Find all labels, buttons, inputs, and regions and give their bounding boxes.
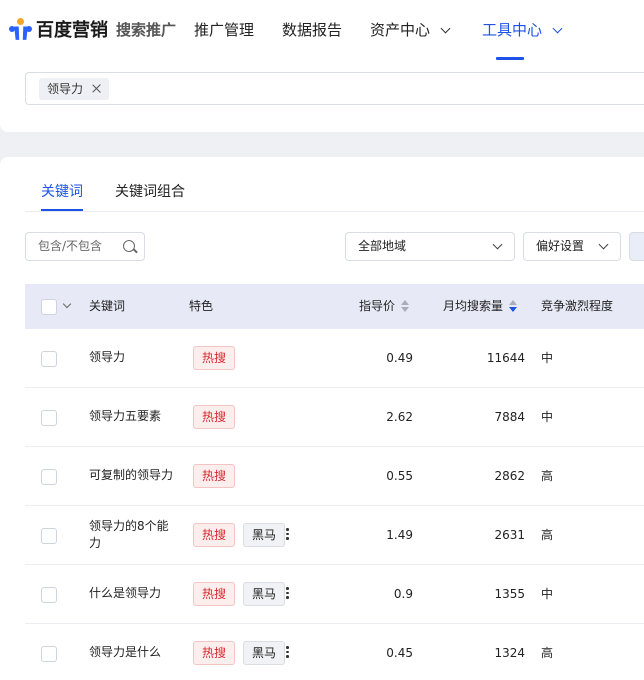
hot-search-badge: 热搜 xyxy=(193,523,236,547)
volume-cell: 1355 xyxy=(494,587,525,601)
chevron-down-icon xyxy=(492,239,503,250)
keyword-tag: 领导力 xyxy=(39,78,110,100)
hot-search-badge: 热搜 xyxy=(193,641,236,665)
table-row[interactable]: 领导力 热搜 0.49 11644 中 xyxy=(25,329,644,388)
competition-cell: 中 xyxy=(541,587,554,601)
search-icon[interactable] xyxy=(123,240,135,252)
column-header-price[interactable]: 指导价 xyxy=(359,284,410,329)
column-header-volume-label: 月均搜索量 xyxy=(443,299,504,313)
nav-data-report[interactable]: 数据报告 xyxy=(282,19,342,41)
hot-search-badge: 热搜 xyxy=(193,464,236,488)
row-checkbox[interactable] xyxy=(41,587,57,603)
tabs-divider xyxy=(25,211,644,212)
price-cell: 0.49 xyxy=(386,351,413,365)
hot-search-badge: 热搜 xyxy=(193,582,236,606)
sort-descending-icon[interactable] xyxy=(509,299,518,312)
tab-keywords[interactable]: 关键词 xyxy=(41,181,83,201)
nav-label: 资产中心 xyxy=(370,21,431,39)
price-cell: 0.9 xyxy=(393,587,413,601)
tab-active-indicator xyxy=(41,209,83,211)
keyword-cell: 什么是领导力 xyxy=(89,586,162,600)
preference-select-value: 偏好设置 xyxy=(536,239,585,253)
nav-tool-center[interactable]: 工具中心 xyxy=(482,19,563,41)
tab-keyword-combination[interactable]: 关键词组合 xyxy=(115,181,185,201)
keyword-cell: 领导力五要素 xyxy=(89,409,162,423)
nav-promotion-management[interactable]: 推广管理 xyxy=(194,19,254,41)
column-header-competition: 竞争激烈程度 xyxy=(541,299,614,313)
dark-horse-badge: 黑马 xyxy=(243,641,285,665)
table-row[interactable]: 领导力是什么 热搜 黑马 0.45 1324 高 xyxy=(25,624,644,680)
row-checkbox[interactable] xyxy=(41,469,57,485)
competition-cell: 中 xyxy=(541,410,554,424)
competition-cell: 中 xyxy=(541,351,554,365)
volume-cell: 11644 xyxy=(486,351,525,365)
action-button[interactable] xyxy=(629,232,644,261)
volume-cell: 7884 xyxy=(494,410,525,424)
chevron-down-icon xyxy=(552,23,563,34)
hot-search-badge: 热搜 xyxy=(193,405,236,429)
keyword-seed-card: 领导力 xyxy=(0,60,644,132)
table-header: 关键词 特色 指导价 月均搜索量 竞争激烈程度 xyxy=(25,284,644,329)
price-cell: 1.49 xyxy=(386,528,413,542)
dark-horse-badge: 黑马 xyxy=(243,582,285,606)
keyword-cell: 领导力的8个能力 xyxy=(89,519,169,550)
column-header-feature: 特色 xyxy=(189,299,214,313)
more-icon[interactable] xyxy=(286,587,289,601)
baidu-marketing-logo[interactable]: 百度营销 搜索推广 xyxy=(8,15,176,43)
table-row[interactable]: 什么是领导力 热搜 黑马 0.9 1355 中 xyxy=(25,565,644,624)
region-select-value: 全部地域 xyxy=(358,239,407,253)
row-checkbox[interactable] xyxy=(41,528,57,544)
more-icon[interactable] xyxy=(286,646,289,660)
keyword-cell: 领导力是什么 xyxy=(89,645,162,659)
logo-icon xyxy=(8,17,34,41)
brand-name: 百度营销 xyxy=(36,20,108,41)
row-checkbox[interactable] xyxy=(41,646,57,662)
product-name: 搜索推广 xyxy=(116,20,177,39)
top-header: 百度营销 搜索推广 推广管理 数据报告 资产中心 工具中心 xyxy=(0,0,644,60)
nav-label: 工具中心 xyxy=(482,21,543,39)
more-icon[interactable] xyxy=(286,528,289,542)
column-header-keyword: 关键词 xyxy=(89,299,126,313)
filter-placeholder: 包含/不包含 xyxy=(38,239,103,253)
dark-horse-badge: 黑马 xyxy=(243,523,285,547)
price-cell: 0.45 xyxy=(386,646,413,660)
competition-cell: 高 xyxy=(541,646,554,660)
competition-cell: 高 xyxy=(541,469,554,483)
seed-keyword-input[interactable]: 领导力 xyxy=(25,72,644,105)
keyword-tag-label: 领导力 xyxy=(47,82,84,96)
nav-label: 数据报告 xyxy=(282,21,343,39)
nav-label: 推广管理 xyxy=(194,21,255,39)
chevron-down-icon xyxy=(440,23,451,34)
volume-cell: 2862 xyxy=(494,469,525,483)
table-row[interactable]: 可复制的领导力 热搜 0.55 2862 高 xyxy=(25,447,644,506)
include-exclude-filter[interactable]: 包含/不包含 xyxy=(25,232,145,261)
volume-cell: 1324 xyxy=(494,646,525,660)
sort-icon[interactable] xyxy=(401,299,410,312)
price-cell: 0.55 xyxy=(386,469,413,483)
row-checkbox[interactable] xyxy=(41,351,57,367)
volume-cell: 2631 xyxy=(494,528,525,542)
keyword-results-card: 关键词 关键词组合 包含/不包含 全部地域 偏好设置 关键词 特色 指导价 月均… xyxy=(0,157,644,680)
hot-search-badge: 热搜 xyxy=(193,346,236,370)
select-all-checkbox[interactable] xyxy=(41,299,57,315)
row-checkbox[interactable] xyxy=(41,410,57,426)
keyword-cell: 可复制的领导力 xyxy=(89,468,174,482)
chevron-down-icon xyxy=(598,239,609,250)
table-row[interactable]: 领导力的8个能力 热搜 黑马 1.49 2631 高 xyxy=(25,506,644,565)
competition-cell: 高 xyxy=(541,528,554,542)
column-header-volume[interactable]: 月均搜索量 xyxy=(443,284,518,329)
close-icon[interactable] xyxy=(91,83,102,94)
chevron-down-icon[interactable] xyxy=(62,299,72,309)
column-header-price-label: 指导价 xyxy=(359,299,396,313)
region-select[interactable]: 全部地域 xyxy=(345,232,515,261)
table-row[interactable]: 领导力五要素 热搜 2.62 7884 中 xyxy=(25,388,644,447)
preference-select[interactable]: 偏好设置 xyxy=(523,232,621,261)
price-cell: 2.62 xyxy=(386,410,413,424)
nav-asset-center[interactable]: 资产中心 xyxy=(370,19,451,41)
keyword-cell: 领导力 xyxy=(89,350,126,364)
